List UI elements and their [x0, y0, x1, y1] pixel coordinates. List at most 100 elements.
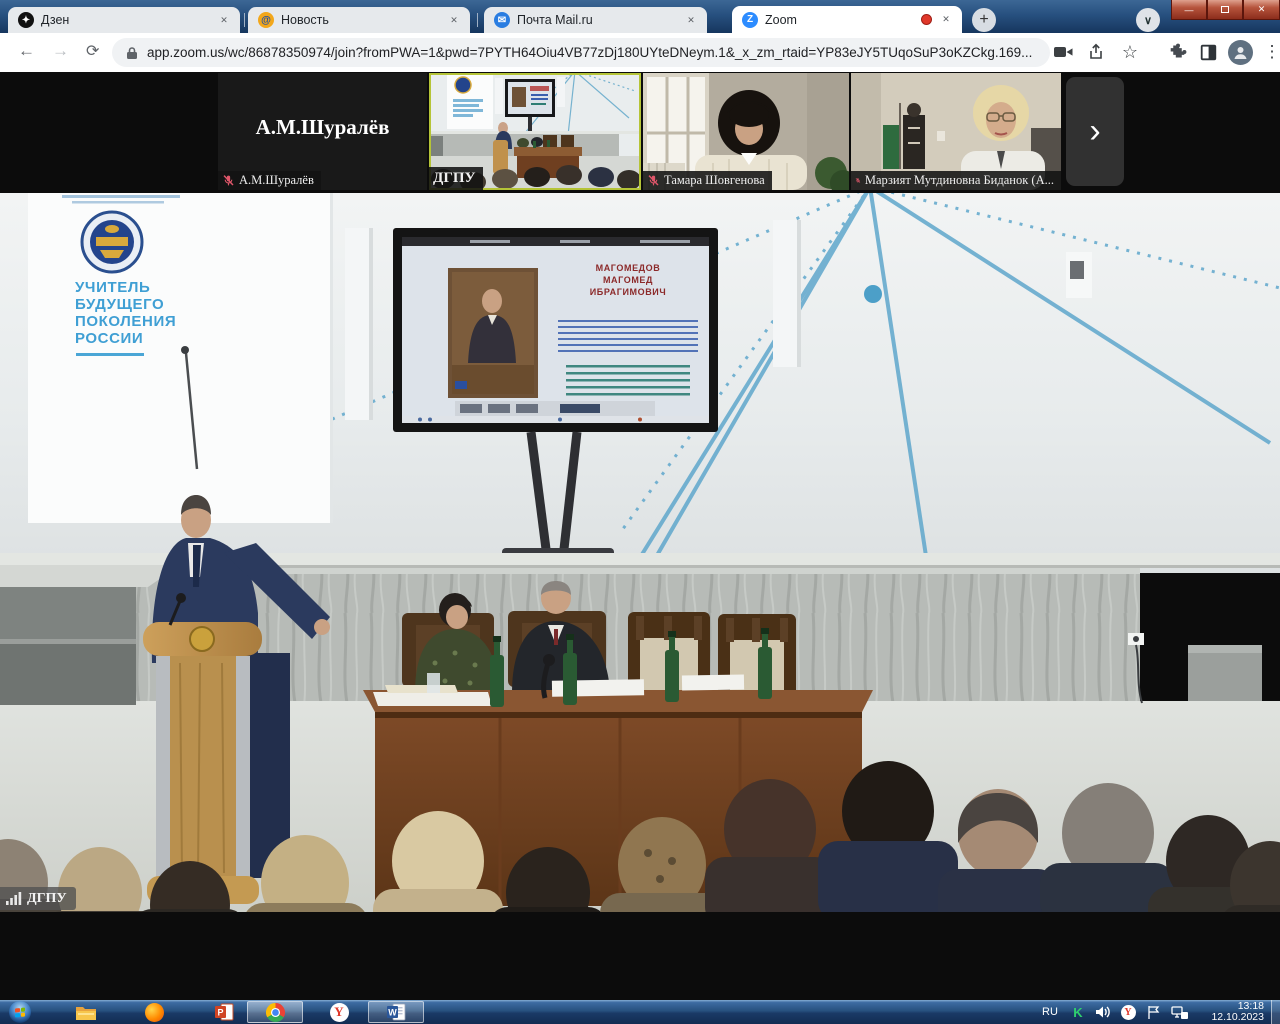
taskbar-powerpoint-button[interactable]: P — [210, 1001, 238, 1023]
main-video-dgpu[interactable]: УЧИТЕЛЬ БУДУЩЕГО ПОКОЛЕНИЯ РОССИИ МАГОМЕ… — [0, 193, 1280, 912]
browser-titlebar: ✦ Дзен ✕ @ Новость ✕ ✉ Почта Mail.ru ✕ Z… — [0, 0, 1280, 33]
dzen-favicon-icon: ✦ — [18, 12, 34, 28]
yandex-tray-icon[interactable]: Y — [1118, 1001, 1138, 1023]
tab-separator — [477, 13, 478, 27]
explorer-icon — [75, 1004, 97, 1021]
recording-indicator-icon — [921, 14, 932, 25]
mic-off-icon — [855, 174, 861, 187]
participant-name-label: ДГПУ — [429, 167, 483, 190]
bookmark-star-icon[interactable]: ☆ — [1120, 42, 1140, 62]
desktop-screen: ✦ Дзен ✕ @ Новость ✕ ✉ Почта Mail.ru ✕ Z… — [0, 0, 1280, 1024]
main-video-label-text: ДГПУ — [27, 891, 67, 907]
taskbar-yandex-button[interactable]: Y — [325, 1001, 353, 1023]
maximize-icon — [1221, 6, 1229, 13]
firefox-icon — [145, 1003, 164, 1022]
participant-tile-dgpu[interactable]: ДГПУ — [429, 73, 641, 190]
participant-tile-bidanok[interactable]: Марзият Мутдиновна Биданок (А... — [851, 73, 1061, 190]
svg-text:P: P — [217, 1008, 223, 1018]
signal-bars-icon — [6, 892, 22, 905]
tab-novost[interactable]: @ Новость ✕ — [248, 7, 470, 33]
network-tray-icon[interactable] — [1168, 1001, 1192, 1023]
start-button[interactable] — [9, 1001, 31, 1023]
window-minimize-button[interactable]: — — [1171, 0, 1207, 20]
wall-banner — [28, 193, 333, 523]
tab-title: Почта Mail.ru — [517, 13, 683, 27]
taskbar-firefox-button[interactable] — [140, 1001, 168, 1023]
lock-icon — [126, 46, 138, 60]
zoom-favicon-icon: Z — [742, 12, 758, 28]
participant-name-label: Тамара Шовгенова — [643, 171, 772, 190]
yandex-browser-icon: Y — [330, 1003, 349, 1022]
action-center-flag-icon[interactable] — [1142, 1001, 1164, 1023]
back-button[interactable]: ← — [18, 41, 35, 61]
taskbar-word-button-active[interactable]: W — [368, 1001, 424, 1023]
volume-tray-icon[interactable] — [1092, 1001, 1114, 1023]
address-url: app.zoom.us/wc/86878350974/join?fromPWA=… — [147, 45, 1032, 60]
browser-menu-icon[interactable]: ⋮ — [1262, 42, 1280, 62]
participant-name-text: Тамара Шовгенова — [664, 173, 765, 188]
zoom-gallery-strip: А.М.Шуралёв А.М.Шуралёв — [0, 73, 1280, 190]
wall-blue-dot — [864, 285, 882, 303]
taskbar-clock[interactable]: 13:18 12.10.2023 — [1211, 1001, 1264, 1023]
tab-close-icon[interactable]: ✕ — [938, 12, 954, 28]
tab-close-icon[interactable]: ✕ — [683, 12, 699, 28]
tab-dzen[interactable]: ✦ Дзен ✕ — [8, 7, 240, 33]
address-bar[interactable]: app.zoom.us/wc/86878350974/join?fromPWA=… — [112, 38, 1050, 67]
participant-name-text: Марзият Мутдиновна Биданок (А... — [865, 173, 1054, 188]
mic-off-icon — [222, 174, 235, 187]
svg-text:W: W — [388, 1008, 397, 1018]
language-indicator[interactable]: RU — [1038, 1001, 1062, 1023]
tab-close-icon[interactable]: ✕ — [446, 12, 462, 28]
wall-device-box — [1066, 252, 1092, 298]
mic-off-icon — [647, 174, 660, 187]
camera-icon[interactable] — [1053, 42, 1073, 62]
podium — [143, 593, 262, 904]
mail-favicon-icon: ✉ — [494, 12, 510, 28]
window-maximize-button[interactable] — [1207, 0, 1243, 20]
browser-toolbar: ← → ⟳ app.zoom.us/wc/86878350974/join?fr… — [0, 33, 1280, 72]
participant-display-name: А.М.Шуралёв — [218, 115, 427, 140]
clock-date: 12.10.2023 — [1211, 1012, 1264, 1023]
windows-taskbar: P Y W RU K — [0, 1000, 1280, 1024]
conference-scene — [0, 193, 1280, 912]
participant-tile-shuralev[interactable]: А.М.Шуралёв А.М.Шуралёв — [218, 73, 427, 190]
forward-button[interactable]: → — [52, 41, 69, 61]
participant-name-label: Марзият Мутдиновна Биданок (А... — [851, 171, 1061, 190]
taskbar-chrome-button-active[interactable] — [247, 1001, 303, 1023]
sidebar-icon[interactable] — [1198, 42, 1218, 62]
stage-right-corner — [1128, 633, 1262, 703]
tab-title: Новость — [281, 13, 446, 27]
chrome-icon — [266, 1003, 285, 1022]
new-tab-button[interactable]: + — [972, 8, 996, 32]
wall-banner-text: УЧИТЕЛЬ БУДУЩЕГО ПОКОЛЕНИЯ РОССИИ — [75, 279, 176, 347]
participant-name-label: А.М.Шуралёв — [218, 171, 321, 190]
kaspersky-tray-icon[interactable]: K — [1068, 1001, 1088, 1023]
slide-body-textblock — [558, 320, 698, 356]
profile-avatar[interactable] — [1228, 40, 1253, 65]
tab-search-button[interactable]: ∨ — [1136, 8, 1160, 32]
powerpoint-icon: P — [215, 1003, 234, 1021]
participant-name-text: ДГПУ — [433, 170, 476, 187]
tab-mail[interactable]: ✉ Почта Mail.ru ✕ — [484, 7, 707, 33]
windows-logo-icon — [15, 1007, 25, 1017]
participant-name-text: А.М.Шуралёв — [239, 173, 314, 188]
word-icon: W — [387, 1003, 406, 1021]
show-desktop-button[interactable] — [1271, 1000, 1280, 1024]
slide-quote-textblock — [566, 365, 690, 397]
tab-title: Zoom — [765, 13, 917, 27]
news-favicon-icon: @ — [258, 12, 274, 28]
main-video-label: ДГПУ — [0, 887, 76, 910]
window-close-button[interactable]: ✕ — [1243, 0, 1280, 20]
share-icon[interactable] — [1086, 42, 1106, 62]
reload-button[interactable]: ⟳ — [86, 41, 99, 61]
tab-zoom-active[interactable]: Z Zoom ✕ — [732, 6, 962, 33]
extensions-puzzle-icon[interactable] — [1168, 42, 1188, 62]
wall-banner-underline — [76, 353, 144, 356]
tab-close-icon[interactable]: ✕ — [216, 12, 232, 28]
taskbar-explorer-button[interactable] — [72, 1001, 100, 1023]
slide-title-text: МАГОМЕДОВ МАГОМЕД ИБРАГИМОВИЧ — [549, 262, 707, 298]
participant-tile-shovgenova[interactable]: Тамара Шовгенова — [643, 73, 849, 190]
gallery-next-button[interactable]: › — [1066, 77, 1124, 186]
tab-title: Дзен — [41, 13, 216, 27]
tab-separator — [244, 13, 245, 27]
